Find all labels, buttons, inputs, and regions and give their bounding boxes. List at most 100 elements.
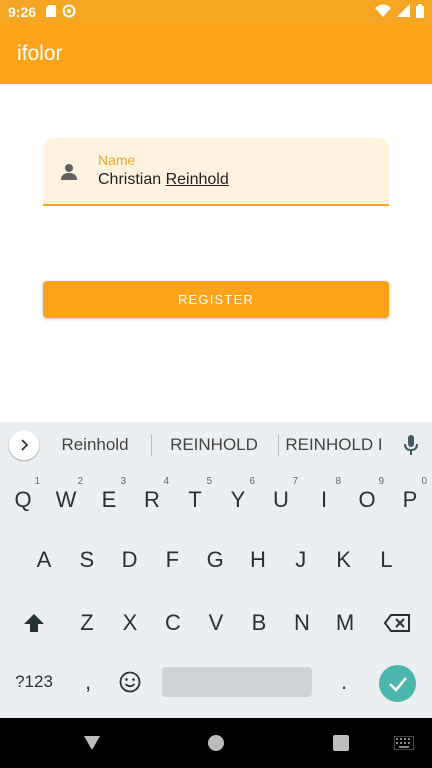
suggestion-2[interactable]: REINHOLD <box>152 422 276 468</box>
key-s[interactable]: S <box>67 540 107 580</box>
key-a[interactable]: A <box>24 540 64 580</box>
app-title: ifolor <box>17 42 63 65</box>
sd-card-icon <box>46 4 57 20</box>
suggestion-3[interactable]: REINHOLD I <box>279 422 389 468</box>
key-hint: 2 <box>77 476 83 487</box>
key-f[interactable]: F <box>152 540 192 580</box>
key-label: O <box>358 487 376 512</box>
recents-icon[interactable] <box>332 734 352 754</box>
key-label: B <box>251 610 267 635</box>
navigation-bar <box>0 718 432 768</box>
app-bar: ifolor <box>0 24 432 84</box>
key-y[interactable]: Y6 <box>218 476 258 520</box>
key-label: V <box>208 610 224 635</box>
key-u[interactable]: U7 <box>261 476 301 520</box>
key-hint: 5 <box>206 476 212 487</box>
battery-icon <box>416 3 424 21</box>
key-label: H <box>250 547 266 572</box>
key-label: F <box>165 547 180 572</box>
key-j[interactable]: J <box>281 540 321 580</box>
key-label: Y <box>230 487 246 512</box>
key-hint: 4 <box>163 476 169 487</box>
key-m[interactable]: M <box>325 603 365 643</box>
key-p[interactable]: P0 <box>390 476 430 520</box>
wifi-icon <box>375 4 391 20</box>
key-hint: 9 <box>378 476 384 487</box>
suggestion-expand-button[interactable] <box>9 430 39 460</box>
key-label: W <box>55 487 77 512</box>
key-label: L <box>380 547 393 572</box>
register-button-label: REGISTER <box>177 292 255 307</box>
key-w[interactable]: W2 <box>46 476 86 520</box>
key-label: N <box>294 610 310 635</box>
key-label: A <box>36 547 52 572</box>
key-label: D <box>121 547 138 572</box>
key-label: T <box>188 487 202 512</box>
key-hint: 6 <box>249 476 255 487</box>
key-hint: 8 <box>335 476 341 487</box>
key-e[interactable]: E3 <box>89 476 129 520</box>
suggestion-1[interactable]: Reinhold <box>40 422 150 468</box>
mic-icon[interactable] <box>402 434 420 461</box>
key-x[interactable]: X <box>110 603 150 643</box>
key-b[interactable]: B <box>239 603 279 643</box>
key-i[interactable]: I8 <box>304 476 344 520</box>
register-button[interactable]: REGISTER <box>43 281 389 318</box>
key-label: X <box>122 610 138 635</box>
symbols-key[interactable]: ?123 <box>8 662 60 702</box>
key-g[interactable]: G <box>195 540 235 580</box>
name-field-value[interactable]: Christian Reinhold <box>98 171 229 189</box>
emoji-icon <box>119 671 141 693</box>
keyboard-switch-icon[interactable] <box>393 735 415 756</box>
key-label: K <box>336 547 351 572</box>
backspace-key[interactable] <box>377 603 417 643</box>
enter-key[interactable] <box>379 665 416 702</box>
home-icon[interactable] <box>207 734 227 754</box>
key-hint: 0 <box>421 476 427 487</box>
key-r[interactable]: R4 <box>132 476 172 520</box>
name-first: Christian <box>98 171 162 188</box>
chevron-right-icon <box>21 439 29 451</box>
name-last: Reinhold <box>165 171 229 188</box>
key-label: Q <box>14 487 32 512</box>
status-time: 9:26 <box>8 4 37 20</box>
key-q[interactable]: Q1 <box>3 476 43 520</box>
person-icon <box>59 162 79 182</box>
emoji-key[interactable] <box>110 662 150 702</box>
key-k[interactable]: K <box>324 540 364 580</box>
name-field[interactable]: Name Christian Reinhold <box>43 138 389 206</box>
keyboard: Reinhold REINHOLD REINHOLD I Q1W2E3R4T5Y… <box>0 422 432 718</box>
comma-key[interactable]: , <box>68 662 108 702</box>
key-label: P <box>402 487 418 512</box>
key-label: S <box>79 547 95 572</box>
key-v[interactable]: V <box>196 603 236 643</box>
sync-icon <box>62 4 76 21</box>
shift-icon <box>24 614 44 632</box>
key-n[interactable]: N <box>282 603 322 643</box>
status-bar: 9:26 <box>0 0 432 24</box>
key-l[interactable]: L <box>366 540 406 580</box>
key-label: Z <box>80 610 94 635</box>
key-o[interactable]: O9 <box>347 476 387 520</box>
key-c[interactable]: C <box>153 603 193 643</box>
key-t[interactable]: T5 <box>175 476 215 520</box>
key-label: U <box>273 487 289 512</box>
back-icon[interactable] <box>82 733 102 753</box>
key-label: G <box>206 547 224 572</box>
key-h[interactable]: H <box>238 540 278 580</box>
shift-key[interactable] <box>14 603 54 643</box>
key-label: J <box>295 547 307 572</box>
key-z[interactable]: Z <box>67 603 107 643</box>
key-hint: 7 <box>292 476 298 487</box>
signal-icon <box>397 4 410 20</box>
backspace-icon <box>384 614 410 632</box>
period-key[interactable]: . <box>324 662 364 702</box>
suggestion-strip: Reinhold REINHOLD REINHOLD I <box>0 422 432 468</box>
key-hint: 1 <box>34 476 40 487</box>
space-key[interactable] <box>162 667 312 697</box>
key-label: R <box>144 487 160 512</box>
key-label: I <box>320 487 328 512</box>
key-label: C <box>165 610 181 635</box>
key-label: M <box>335 610 355 635</box>
key-d[interactable]: D <box>110 540 150 580</box>
